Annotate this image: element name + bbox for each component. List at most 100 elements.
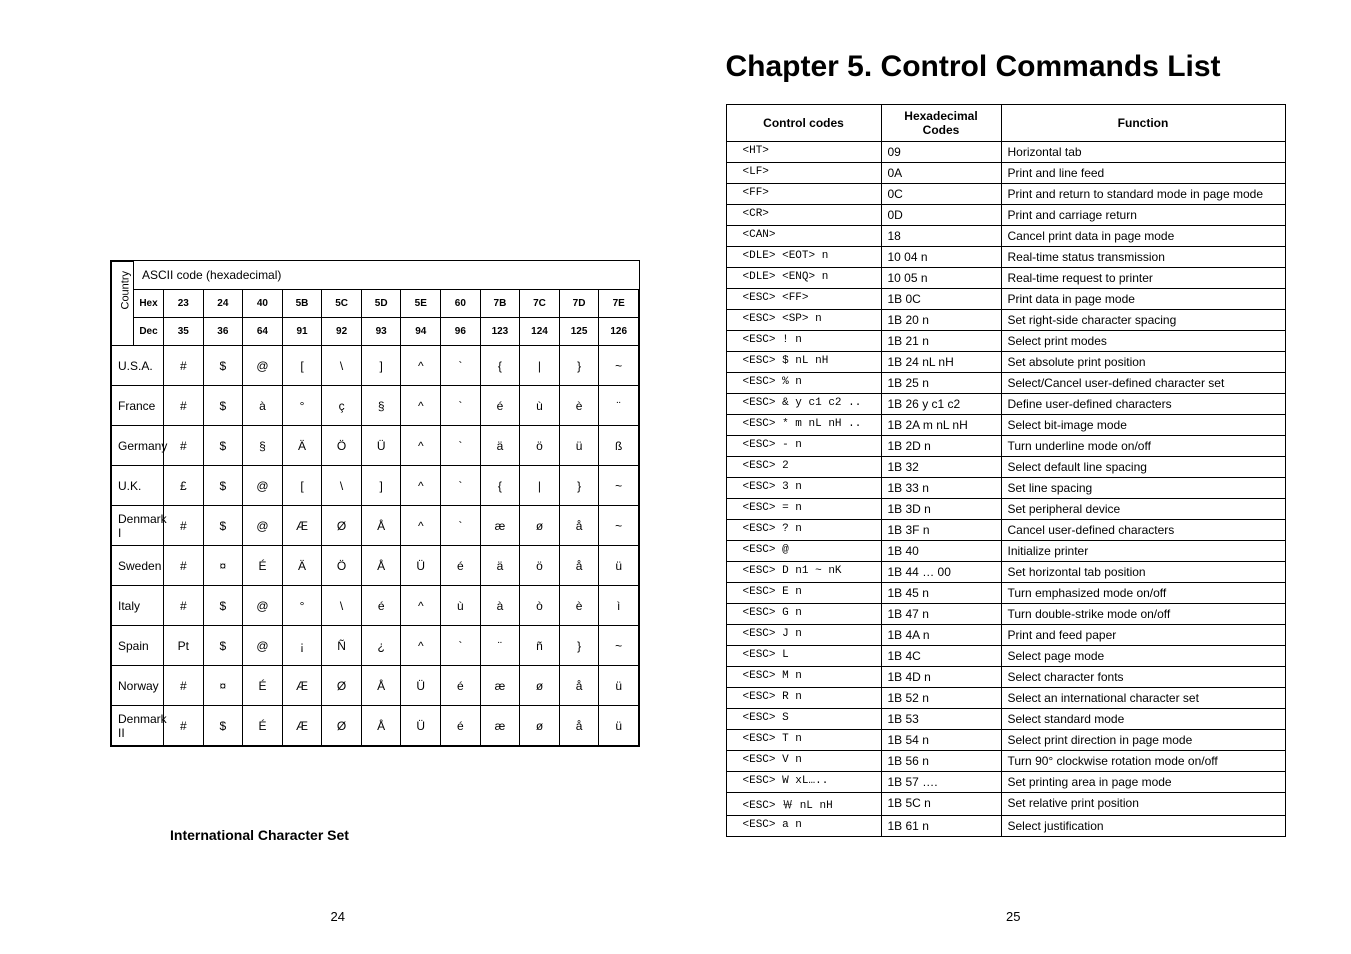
command-func-cell: Set peripheral device — [1001, 499, 1285, 520]
command-row: <ESC> & y c1 c2 ..1B 26 y c1 c2Define us… — [726, 394, 1285, 415]
ascii-char-cell: ^ — [401, 506, 441, 546]
ascii-row: France#$à°ç§^`éùè¨ — [112, 386, 639, 426]
ascii-hex-cell: 7D — [559, 290, 599, 318]
ascii-char-cell: $ — [203, 586, 243, 626]
ascii-char-cell: $ — [203, 466, 243, 506]
ascii-char-cell: ç — [322, 386, 362, 426]
command-code-cell: <ESC> V n — [726, 751, 881, 772]
ascii-row: U.K.£$@[\]^`{|}~ — [112, 466, 639, 506]
command-row: <CR>0DPrint and carriage return — [726, 205, 1285, 226]
command-code-cell: <ESC> $ nL nH — [726, 352, 881, 373]
command-code-cell: <ESC> ! n — [726, 331, 881, 352]
command-hex-cell: 1B 47 n — [881, 604, 1001, 625]
command-func-cell: Select/Cancel user-defined character set — [1001, 373, 1285, 394]
command-code-cell: <ESC> W xL….. — [726, 772, 881, 793]
ascii-char-cell: # — [164, 386, 204, 426]
command-func-cell: Set right-side character spacing — [1001, 310, 1285, 331]
ascii-hex-cell: 5C — [322, 290, 362, 318]
ascii-char-cell: é — [441, 666, 481, 706]
command-code-cell: <ESC> * m nL nH .. — [726, 415, 881, 436]
ascii-char-cell: é — [361, 586, 401, 626]
ascii-hex-cell: 5E — [401, 290, 441, 318]
command-hex-cell: 1B 26 y c1 c2 — [881, 394, 1001, 415]
ascii-hex-cell: Hex — [134, 290, 164, 318]
ascii-char-cell: ü — [599, 546, 639, 586]
command-code-cell: <ESC> G n — [726, 604, 881, 625]
ascii-char-cell: } — [559, 346, 599, 386]
ascii-char-cell: ä — [480, 426, 520, 466]
ascii-char-cell: } — [559, 466, 599, 506]
ascii-char-cell: É — [243, 546, 283, 586]
command-row: <ESC> J n1B 4A nPrint and feed paper — [726, 625, 1285, 646]
ascii-dec-cell: 96 — [441, 318, 481, 346]
commands-table: Control codes Hexadecimal Codes Function… — [726, 104, 1286, 837]
page-number-right: 25 — [1006, 909, 1020, 924]
ascii-country-cell: Sweden — [112, 546, 164, 586]
ascii-char-cell: ø — [520, 666, 560, 706]
command-func-cell: Print data in page mode — [1001, 289, 1285, 310]
ascii-dec-cell: 93 — [361, 318, 401, 346]
command-code-cell: <ESC> @ — [726, 541, 881, 562]
command-row: <ESC> 3 n1B 33 nSet line spacing — [726, 478, 1285, 499]
command-row: <ESC> a n1B 61 nSelect justification — [726, 816, 1285, 837]
ascii-char-cell: ] — [361, 466, 401, 506]
command-code-cell: <ESC> <SP> n — [726, 310, 881, 331]
command-hex-cell: 1B 3D n — [881, 499, 1001, 520]
ascii-row: U.S.A.#$@[\]^`{|}~ — [112, 346, 639, 386]
command-code-cell: <ESC> 2 — [726, 457, 881, 478]
ascii-char-cell: à — [243, 386, 283, 426]
ascii-char-cell: § — [243, 426, 283, 466]
ascii-char-cell: # — [164, 546, 204, 586]
command-func-cell: Set printing area in page mode — [1001, 772, 1285, 793]
ascii-char-cell: É — [243, 706, 283, 746]
command-row: <ESC> D n1 ~ nK1B 44 … 00Set horizontal … — [726, 562, 1285, 583]
command-row: <FF>0CPrint and return to standard mode … — [726, 184, 1285, 205]
command-row: <ESC> 21B 32Select default line spacing — [726, 457, 1285, 478]
ascii-char-cell: ^ — [401, 426, 441, 466]
ascii-char-cell: @ — [243, 346, 283, 386]
command-func-cell: Real-time status transmission — [1001, 247, 1285, 268]
command-func-cell: Turn emphasized mode on/off — [1001, 583, 1285, 604]
ascii-hex-cell: 40 — [243, 290, 283, 318]
ascii-char-cell: Ü — [401, 666, 441, 706]
country-label: Country — [120, 298, 132, 309]
ascii-dec-cell: 123 — [480, 318, 520, 346]
ascii-char-cell: Å — [361, 506, 401, 546]
ascii-char-cell: ~ — [599, 626, 639, 666]
command-func-cell: Print and return to standard mode in pag… — [1001, 184, 1285, 205]
ascii-char-cell: ¤ — [203, 546, 243, 586]
ascii-char-cell: ` — [441, 506, 481, 546]
command-func-cell: Select print modes — [1001, 331, 1285, 352]
ascii-char-cell: $ — [203, 426, 243, 466]
ascii-country-cell: France — [112, 386, 164, 426]
ascii-char-cell: ` — [441, 626, 481, 666]
ascii-char-cell: ö — [520, 426, 560, 466]
command-hex-cell: 0D — [881, 205, 1001, 226]
command-code-cell: <ESC> - n — [726, 436, 881, 457]
command-code-cell: <ESC> R n — [726, 688, 881, 709]
ascii-hex-cell: 7C — [520, 290, 560, 318]
command-hex-cell: 1B 3F n — [881, 520, 1001, 541]
command-row: <ESC> $ nL nH1B 24 nL nHSet absolute pri… — [726, 352, 1285, 373]
ascii-char-cell: Å — [361, 706, 401, 746]
ascii-char-cell: { — [480, 346, 520, 386]
command-hex-cell: 1B 4C — [881, 646, 1001, 667]
command-hex-cell: 1B 44 … 00 — [881, 562, 1001, 583]
command-row: <DLE> <EOT> n10 04 nReal-time status tra… — [726, 247, 1285, 268]
ascii-dec-cell: 35 — [164, 318, 204, 346]
command-func-cell: Print and line feed — [1001, 163, 1285, 184]
command-func-cell: Select bit-image mode — [1001, 415, 1285, 436]
ascii-char-cell: Æ — [282, 706, 322, 746]
ascii-char-cell: Ø — [322, 506, 362, 546]
command-code-cell: <ESC> ? n — [726, 520, 881, 541]
command-code-cell: <DLE> <EOT> n — [726, 247, 881, 268]
ascii-row: Italy#$@°\é^ùàòèì — [112, 586, 639, 626]
ascii-char-cell: Ü — [401, 546, 441, 586]
ascii-dec-cell: 94 — [401, 318, 441, 346]
ascii-char-cell: é — [441, 706, 481, 746]
command-hex-cell: 1B 25 n — [881, 373, 1001, 394]
ascii-char-cell: ` — [441, 346, 481, 386]
ascii-char-cell: æ — [480, 666, 520, 706]
ascii-char-cell: | — [520, 466, 560, 506]
ascii-char-cell: ü — [559, 426, 599, 466]
